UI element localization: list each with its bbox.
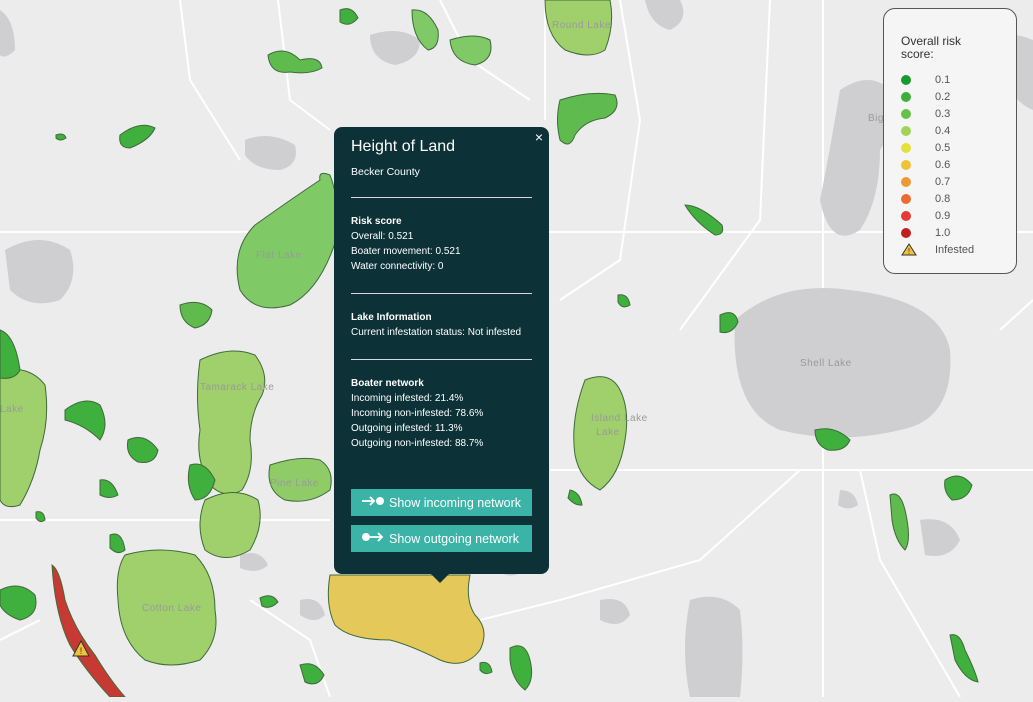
lake-c[interactable]: [449, 35, 492, 66]
incoming-arrow-icon: [361, 495, 389, 510]
outgoing-infested: Outgoing infested: 11.3%: [351, 423, 463, 434]
lake-x[interactable]: [567, 489, 583, 506]
show-incoming-network-button[interactable]: Show incoming network: [351, 489, 532, 516]
map-label-round: Round Lake: [552, 20, 611, 31]
risk-overall: Overall: 0.521: [351, 231, 414, 242]
legend-label: 0.7: [935, 175, 951, 188]
legend-item: 0.7: [901, 173, 950, 190]
show-outgoing-label: Show outgoing network: [389, 531, 519, 546]
infestation-status: Current infestation status: Not infested: [351, 327, 522, 338]
lake-e[interactable]: [267, 50, 323, 74]
legend-swatch-4: [901, 142, 911, 153]
lake-u[interactable]: [259, 595, 279, 608]
legend-item: 0.3: [901, 105, 950, 122]
lake-f[interactable]: [119, 124, 156, 149]
lake-j[interactable]: [127, 437, 159, 463]
lake-ac[interactable]: [479, 661, 493, 675]
risk-score-heading: Risk score: [351, 216, 402, 227]
lake-q[interactable]: [889, 493, 909, 551]
legend-swatch-8: [901, 210, 911, 221]
lake-b[interactable]: [557, 92, 618, 145]
incoming-infested: Incoming infested: 21.4%: [351, 393, 464, 404]
lake-r[interactable]: [949, 634, 979, 683]
legend-swatch-1: [901, 91, 911, 102]
lake-i[interactable]: [64, 400, 106, 441]
lake-left-a[interactable]: [0, 368, 48, 508]
outgoing-non-infested: Outgoing non-infested: 88.7%: [351, 438, 484, 449]
legend-swatch-7: [901, 193, 911, 204]
warning-triangle-icon: !: [901, 243, 917, 256]
legend-infested-label: Infested: [935, 243, 975, 256]
legend-item: 0.6: [901, 156, 950, 173]
risk-boater: Boater movement: 0.521: [351, 246, 461, 257]
risk-legend: Overall risk score: 0.1 0.2 0.3 0.4 0.5 …: [883, 8, 1017, 274]
legend-item: 0.2: [901, 88, 950, 105]
map-label-tamarack: Tamarack Lake: [200, 382, 275, 393]
lake-height-of-land[interactable]: [327, 574, 485, 664]
legend-swatch-5: [901, 159, 911, 170]
lake-info-heading: Lake Information: [351, 312, 432, 323]
lake-z[interactable]: [55, 133, 67, 141]
divider: [351, 359, 532, 360]
show-outgoing-network-button[interactable]: Show outgoing network: [351, 525, 532, 552]
lake-h[interactable]: [0, 329, 21, 379]
lake-l[interactable]: [0, 585, 37, 621]
legend-item: 0.4: [901, 122, 950, 139]
legend-item: 0.1: [901, 71, 950, 88]
lake-flat[interactable]: [236, 172, 338, 309]
legend-swatch-9: [901, 227, 911, 238]
legend-item: 0.9: [901, 207, 950, 224]
legend-swatch-3: [901, 125, 911, 136]
popup-title: Height of Land: [351, 138, 456, 155]
map-label-pine: Pine Lake: [270, 478, 319, 489]
legend-label: 1.0: [935, 226, 951, 239]
divider: [351, 293, 532, 294]
legend-title: Overall risk score:: [901, 34, 962, 61]
lake-s[interactable]: [509, 645, 533, 691]
lake-m[interactable]: [684, 204, 724, 236]
legend-label: 0.2: [935, 90, 951, 103]
legend-item: 0.8: [901, 190, 950, 207]
show-incoming-label: Show incoming network: [389, 495, 522, 510]
legend-item: 0.5: [901, 139, 950, 156]
lake-ab[interactable]: [35, 511, 46, 523]
legend-swatch-2: [901, 108, 911, 119]
lake-y[interactable]: [617, 294, 631, 308]
legend-swatch-6: [901, 176, 911, 187]
lake-popup: × Height of Land Becker County Risk scor…: [334, 127, 549, 583]
map-label-island: Island Lake: [591, 413, 648, 424]
legend-label: 0.8: [935, 192, 951, 205]
divider: [351, 197, 532, 198]
svg-text:!: !: [80, 646, 83, 656]
map-label-flat: Flat Lake: [256, 250, 302, 261]
legend-label: 0.6: [935, 158, 951, 171]
lake-aa[interactable]: [99, 479, 119, 498]
incoming-non-infested: Incoming non-infested: 78.6%: [351, 408, 484, 419]
lake-w[interactable]: [109, 533, 126, 554]
lake-v[interactable]: [339, 8, 359, 25]
legend-item: 1.0: [901, 224, 950, 241]
lake-g[interactable]: [179, 301, 213, 329]
close-icon[interactable]: ×: [535, 129, 543, 145]
map-label-big: Big: [868, 113, 884, 124]
legend-item-infested: ! Infested: [901, 241, 974, 258]
legend-label: 0.3: [935, 107, 951, 120]
legend-swatch-0: [901, 74, 911, 85]
map-label-cotton: Cotton Lake: [142, 603, 202, 614]
legend-label: 0.9: [935, 209, 951, 222]
lake-small-a[interactable]: [199, 492, 261, 558]
legend-label: 0.5: [935, 141, 951, 154]
lake-p[interactable]: [944, 475, 973, 501]
map-label-left-lake: Lake: [0, 404, 24, 415]
legend-label: 0.4: [935, 124, 951, 137]
boater-network-heading: Boater network: [351, 378, 424, 389]
outgoing-arrow-icon: [361, 531, 389, 546]
risk-water: Water connectivity: 0: [351, 261, 444, 272]
svg-text:!: !: [908, 247, 910, 256]
lake-infested-red[interactable]: [51, 564, 127, 698]
map-label-island-lake: Lake: [596, 427, 620, 438]
popup-county: Becker County: [351, 166, 420, 178]
map-label-shell: Shell Lake: [800, 358, 852, 369]
legend-label: 0.1: [935, 73, 951, 86]
